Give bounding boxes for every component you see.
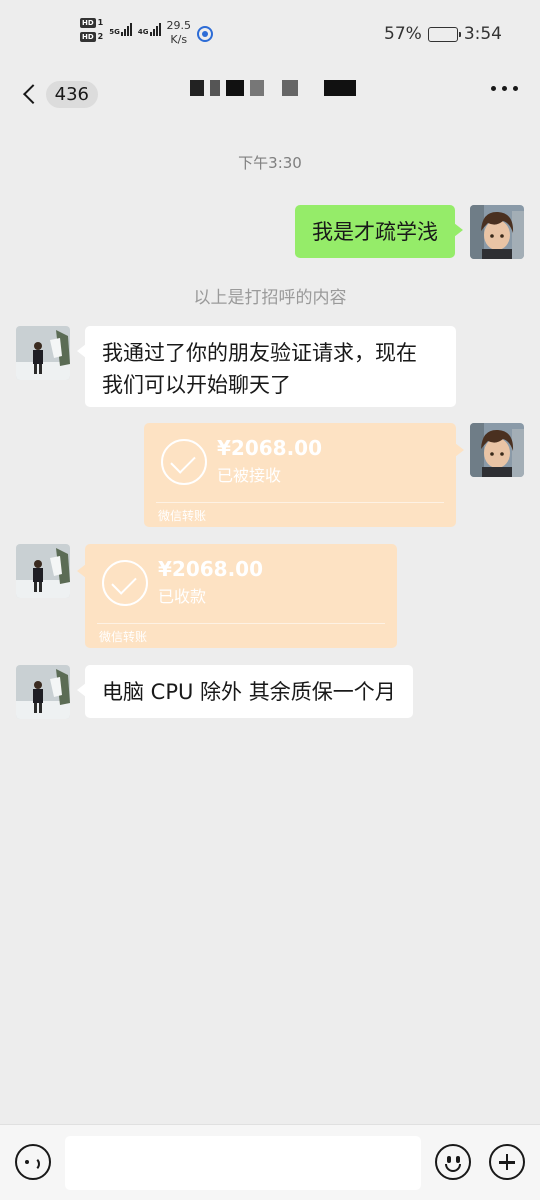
battery-percent: 57% [384,24,422,44]
message-input[interactable] [65,1136,421,1190]
status-bar: HD 1 HD 2 5G 4G 29.5 K/s 57% 3:54 [0,0,540,66]
transfer-amount: ¥2068.00 [158,557,264,581]
unread-count-badge: 436 [45,80,98,108]
clock: 3:54 [463,24,502,44]
hd1-badge: HD 1 [80,18,104,28]
app-notification-icon [197,26,213,42]
emoji-icon[interactable] [435,1144,471,1180]
hd-indicators: HD 1 HD 2 [80,18,103,42]
transfer-status: 已被接收 [217,466,282,485]
contact-avatar[interactable] [16,665,70,719]
system-notice: 以上是打招呼的内容 [193,288,347,308]
more-dots-icon [491,86,496,91]
my-message-bubble[interactable]: 我是才疏学浅 [295,205,463,258]
contact-message-bubble[interactable]: 我通过了你的朋友验证请求，现在 我们可以开始聊天了 [77,326,456,407]
contact-message-bubble[interactable]: 电脑 CPU 除外 其余质保一个月 [77,665,413,718]
signal-5g-icon: 5G [109,22,132,36]
my-avatar[interactable] [470,423,524,477]
input-bar [0,1124,540,1200]
hd2-badge: HD 2 [80,32,104,42]
battery-icon [427,26,461,42]
transfer-footer: 微信转账 [158,509,207,523]
contact-avatar[interactable] [16,544,70,598]
transfer-footer: 微信转账 [99,630,148,644]
network-speed: 29.5 K/s [166,19,192,46]
check-circle-icon [102,560,148,606]
transfer-divider [97,623,385,624]
voice-icon[interactable] [15,1144,51,1180]
transfer-divider [156,502,444,503]
plus-icon[interactable] [489,1144,525,1180]
more-button[interactable] [491,86,518,91]
chat-title-redacted [190,80,356,96]
contact-avatar[interactable] [16,326,70,380]
status-left: HD 1 HD 2 5G 4G 29.5 K/s [80,18,213,46]
transfer-card-received[interactable]: ¥2068.00 已收款 微信转账 [77,544,397,648]
my-avatar[interactable] [470,205,524,259]
transfer-card-sent[interactable]: ¥2068.00 已被接收 微信转账 [144,423,464,527]
signal-4g-icon: 4G [138,22,161,36]
status-right: 57% 3:54 [384,24,502,44]
chevron-left-icon [23,84,43,104]
transfer-status: 已收款 [158,587,207,606]
back-button[interactable]: 436 [18,74,98,114]
check-circle-icon [161,439,207,485]
message-timestamp: 下午3:30 [238,154,302,172]
transfer-amount: ¥2068.00 [217,436,323,460]
